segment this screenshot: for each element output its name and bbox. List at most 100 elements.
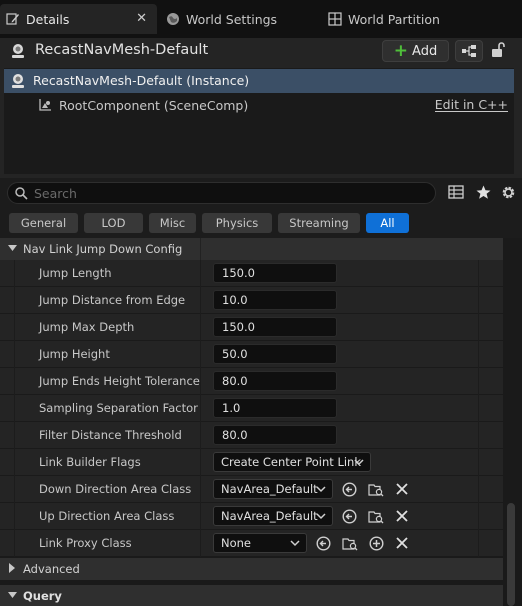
property-name: Jump Length xyxy=(39,266,112,280)
add-button-label: Add xyxy=(412,43,438,59)
add-component-button[interactable]: + Add xyxy=(382,40,449,62)
jump-max-depth-field[interactable]: 150.0 xyxy=(213,317,337,337)
property-row: Down Direction Area Class NavArea_Defaul… xyxy=(0,476,503,503)
category-query[interactable]: Query xyxy=(0,585,503,606)
dropdown-value: NavArea_Default xyxy=(221,509,318,523)
filter-all[interactable]: All xyxy=(366,213,409,233)
jump-length-field[interactable]: 150.0 xyxy=(213,263,337,283)
property-name: Down Direction Area Class xyxy=(39,482,192,496)
property-row: Sampling Separation Factor 1.0 xyxy=(0,395,503,422)
gear-icon[interactable] xyxy=(501,185,516,200)
tab-world-settings-label: World Settings xyxy=(186,11,278,27)
property-name: Jump Ends Height Tolerance xyxy=(39,374,200,388)
indent-guide xyxy=(14,422,15,449)
property-name: Sampling Separation Factor xyxy=(39,401,198,415)
tree-item-root-component[interactable]: RootComponent (SceneComp) Edit in C++ xyxy=(4,94,514,116)
column-divider xyxy=(200,530,201,557)
scrollbar-thumb[interactable] xyxy=(507,503,515,606)
use-selected-icon[interactable] xyxy=(316,536,331,551)
property-row: Jump Length 150.0 xyxy=(0,260,503,287)
actor-icon xyxy=(12,44,24,58)
indent-guide xyxy=(14,260,15,287)
close-icon[interactable]: ✕ xyxy=(136,11,147,26)
browse-icon[interactable] xyxy=(368,482,384,497)
add-new-icon[interactable] xyxy=(369,536,384,551)
clear-icon[interactable] xyxy=(395,536,409,550)
clear-icon[interactable] xyxy=(395,509,409,523)
component-tree: RecastNavMesh-Default (Instance) RootCom… xyxy=(4,68,514,174)
jump-height-field[interactable]: 50.0 xyxy=(213,344,337,364)
star-icon[interactable] xyxy=(476,185,491,200)
tab-details[interactable]: Details ✕ xyxy=(0,4,157,34)
property-row: Jump Height 50.0 xyxy=(0,341,503,368)
property-name: Jump Max Depth xyxy=(39,320,135,334)
jump-distance-from-edge-field[interactable]: 10.0 xyxy=(213,290,337,310)
sampling-separation-factor-field[interactable]: 1.0 xyxy=(213,398,337,418)
blueprint-button[interactable] xyxy=(455,40,483,62)
search-input[interactable] xyxy=(34,185,424,202)
unlock-icon[interactable] xyxy=(491,42,505,58)
indent-guide xyxy=(14,341,15,368)
property-row: Up Direction Area Class NavArea_Default xyxy=(0,503,503,530)
column-divider xyxy=(478,287,479,314)
indent-guide xyxy=(14,449,15,476)
property-row: Link Proxy Class None xyxy=(0,530,503,557)
tab-world-settings[interactable]: World Settings xyxy=(166,4,316,34)
property-row: Jump Ends Height Tolerance 80.0 xyxy=(0,368,503,395)
category-label: Advanced xyxy=(23,562,80,576)
property-name: Link Proxy Class xyxy=(39,536,132,550)
browse-icon[interactable] xyxy=(368,509,384,524)
dropdown-value: Create Center Point Link xyxy=(221,455,361,469)
edit-in-cpp-link[interactable]: Edit in C++ xyxy=(434,98,508,112)
property-row: Jump Max Depth 150.0 xyxy=(0,314,503,341)
filter-misc[interactable]: Misc xyxy=(149,213,196,233)
indent-guide xyxy=(14,395,15,422)
category-advanced[interactable]: Advanced xyxy=(0,558,503,580)
tree-item-instance[interactable]: RecastNavMesh-Default (Instance) xyxy=(4,69,514,93)
tree-item-root-label: RootComponent (SceneComp) xyxy=(59,98,249,113)
link-builder-flags-dropdown[interactable]: Create Center Point Link xyxy=(213,452,371,472)
indent-guide xyxy=(14,530,15,557)
column-divider xyxy=(478,476,479,503)
column-divider xyxy=(478,341,479,368)
details-header: RecastNavMesh-Default + Add RecastNavMes… xyxy=(0,38,522,178)
column-divider xyxy=(200,368,201,395)
browse-icon[interactable] xyxy=(342,536,358,551)
search-box xyxy=(7,182,436,204)
grid-icon xyxy=(328,12,342,26)
category-nav-link-jump-down[interactable]: Nav Link Jump Down Config xyxy=(0,238,503,260)
up-direction-area-class-dropdown[interactable]: NavArea_Default xyxy=(213,506,333,526)
search-icon xyxy=(15,187,28,200)
link-proxy-class-dropdown[interactable]: None xyxy=(213,533,307,553)
filter-streaming[interactable]: Streaming xyxy=(278,213,360,233)
use-selected-icon[interactable] xyxy=(342,509,357,524)
tab-world-partition[interactable]: World Partition xyxy=(324,4,474,34)
column-divider xyxy=(200,314,201,341)
use-selected-icon[interactable] xyxy=(342,482,357,497)
clear-icon[interactable] xyxy=(395,482,409,496)
indent-guide xyxy=(14,287,15,314)
column-divider xyxy=(478,503,479,530)
category-label: Nav Link Jump Down Config xyxy=(23,242,183,256)
property-row: Link Builder Flags Create Center Point L… xyxy=(0,449,503,476)
filter-general[interactable]: General xyxy=(9,213,78,233)
hierarchy-icon xyxy=(462,45,476,57)
tab-bar: Details ✕ World Settings World Partition xyxy=(0,0,522,38)
filter-physics[interactable]: Physics xyxy=(202,213,272,233)
jump-ends-height-tolerance-field[interactable]: 80.0 xyxy=(213,371,337,391)
chevron-down-icon xyxy=(290,540,300,547)
column-divider xyxy=(478,422,479,449)
chevron-down-icon xyxy=(316,513,326,520)
column-divider xyxy=(200,238,201,260)
actor-row: RecastNavMesh-Default + Add xyxy=(0,38,522,66)
down-direction-area-class-dropdown[interactable]: NavArea_Default xyxy=(213,479,333,499)
column-divider xyxy=(200,395,201,422)
column-divider xyxy=(478,260,479,287)
chevron-down-icon xyxy=(8,592,17,598)
filter-lod[interactable]: LOD xyxy=(84,213,143,233)
column-divider xyxy=(200,476,201,503)
filter-distance-threshold-field[interactable]: 80.0 xyxy=(213,425,337,445)
chevron-down-icon xyxy=(8,245,17,251)
indent-guide xyxy=(14,368,15,395)
table-view-icon[interactable] xyxy=(448,185,464,199)
